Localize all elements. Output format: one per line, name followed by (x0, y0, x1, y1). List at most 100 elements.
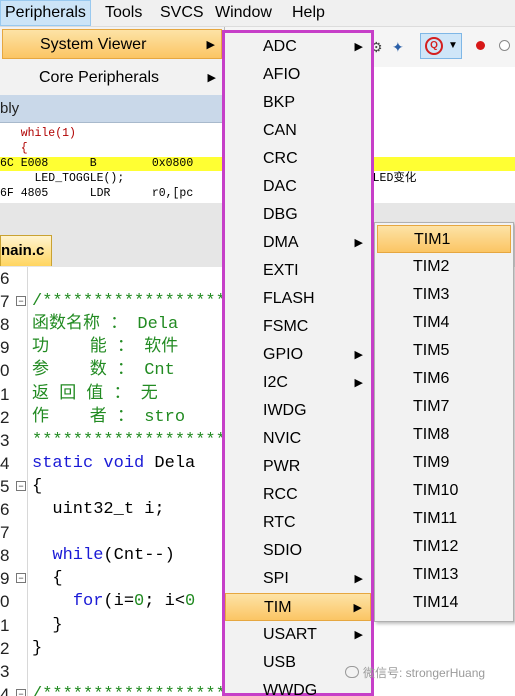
chevron-right-icon: ▶ (354, 349, 363, 361)
menu-item-iwdg[interactable]: IWDG (225, 397, 371, 425)
code-line: 6 (0, 267, 16, 290)
fold-toggle-icon[interactable]: − (16, 688, 26, 696)
line-number: 9 (0, 569, 10, 589)
menu-item-label: CAN (263, 122, 297, 139)
line-number: 2 (0, 638, 10, 658)
code-line: 0 for(i=0; i<0 (0, 590, 195, 613)
menu-item-i2c[interactable]: I2C ▶ (225, 369, 371, 397)
menu-item-label: BKP (263, 94, 296, 111)
breakpoint-icon[interactable] (476, 41, 485, 50)
menu-help[interactable]: Help (292, 3, 325, 23)
code-text: while(Cnt--) (52, 546, 175, 566)
menubar: Peripherals Tools SVCS Window Help (0, 0, 515, 27)
menu-svcs[interactable]: SVCS (160, 3, 204, 23)
code-text: for(i=0; i<0 (72, 592, 196, 612)
chevron-right-icon: ▶ (354, 377, 363, 389)
menu-item-label: WWDG (263, 682, 318, 696)
code-line: 4/********************* − (0, 683, 256, 696)
code-line: 9 {− (0, 567, 63, 590)
menu-item-tim5[interactable]: TIM5 (377, 337, 511, 365)
code-line: 8 函数名称 ： Dela (0, 313, 178, 336)
menu-item-label: SDIO (263, 542, 303, 559)
menu-item-dbg[interactable]: DBG (225, 201, 371, 229)
system-viewer-menu: ADC ▶ AFIO BKP CAN CRC DAC DBG DMA ▶ EXTI FLASH FSMC… (222, 30, 374, 696)
menu-item-core-peripherals[interactable]: Core Peripherals ▶ (2, 63, 222, 93)
chevron-right-icon: ▶ (354, 41, 363, 53)
chevron-right-icon: ▶ (206, 39, 215, 51)
menu-item-label: I2C (263, 374, 288, 391)
menu-item-tim10[interactable]: TIM10 (377, 477, 511, 505)
menu-item-flash[interactable]: FLASH (225, 285, 371, 313)
menu-item-adc[interactable]: ADC ▶ (225, 33, 371, 61)
menu-peripherals[interactable]: Peripherals (0, 0, 91, 26)
code-line: 2 作 者 ： stro (0, 406, 185, 429)
code-line: 9 功 能 ： 软件 (0, 336, 178, 359)
code-text: 返 回 值 ： 无 (32, 384, 158, 404)
menu-item-label: TIM (264, 599, 292, 616)
menu-item-usart[interactable]: USART ▶ (225, 621, 371, 649)
menu-item-tim3[interactable]: TIM3 (377, 281, 511, 309)
menu-item-tim14[interactable]: TIM14 (377, 589, 511, 617)
line-number: 8 (0, 546, 10, 566)
menu-item-nvic[interactable]: NVIC (225, 425, 371, 453)
menu-item-tim7[interactable]: TIM7 (377, 393, 511, 421)
code-text: ********************* (32, 430, 247, 450)
chevron-right-icon: ▶ (353, 602, 362, 614)
menu-item-tim6[interactable]: TIM6 (377, 365, 511, 393)
fold-toggle-icon[interactable]: − (16, 296, 26, 307)
analyzer-icon: Q (425, 37, 443, 55)
tab-main-c[interactable]: nain.c (0, 235, 52, 266)
settings-icon[interactable]: ✦ (392, 39, 404, 55)
menu-item-tim2[interactable]: TIM2 (377, 253, 511, 281)
code-line: 8 while(Cnt--) (0, 544, 175, 567)
menu-item-rtc[interactable]: RTC (225, 509, 371, 537)
tim-menu: TIM1 TIM2 TIM3 TIM4 TIM5 TIM6 TIM7 TIM8 TIM9 TIM1… (374, 222, 514, 622)
menu-item-tim13[interactable]: TIM13 (377, 561, 511, 589)
menu-item-pwr[interactable]: PWR (225, 453, 371, 481)
menu-item-can[interactable]: CAN (225, 117, 371, 145)
menu-item-label: FLASH (263, 290, 315, 307)
menu-item-label: DAC (263, 178, 297, 195)
breakpoint-disabled-icon[interactable] (499, 40, 510, 51)
chevron-down-icon: ▼ (448, 40, 458, 51)
menu-item-label: DBG (263, 206, 298, 223)
menu-item-label: EXTI (263, 262, 299, 279)
menu-item-tim[interactable]: TIM ▶ (225, 593, 371, 621)
menu-item-tim1[interactable]: TIM1 (377, 225, 511, 253)
menu-tools[interactable]: Tools (105, 3, 142, 23)
menu-item-tim8[interactable]: TIM8 (377, 421, 511, 449)
line-number: 1 (0, 615, 10, 635)
menu-item-label: ADC (263, 38, 297, 55)
menu-window[interactable]: Window (215, 3, 272, 23)
trace-dropdown-button[interactable]: Q ▼ (420, 33, 462, 59)
fold-toggle-icon[interactable]: − (16, 573, 26, 584)
code-text: { (32, 569, 63, 589)
menu-item-tim11[interactable]: TIM11 (377, 505, 511, 533)
menu-item-tim12[interactable]: TIM12 (377, 533, 511, 561)
fold-toggle-icon[interactable]: − (16, 480, 26, 491)
menu-item-system-viewer[interactable]: System Viewer ▶ (2, 29, 222, 59)
menu-item-exti[interactable]: EXTI (225, 257, 371, 285)
menu-item-label: NVIC (263, 430, 302, 447)
line-number: 9 (0, 338, 10, 358)
menu-item-afio[interactable]: AFIO (225, 61, 371, 89)
menu-item-tim4[interactable]: TIM4 (377, 309, 511, 337)
menu-item-spi[interactable]: SPI ▶ (225, 565, 371, 593)
menu-item-dma[interactable]: DMA ▶ (225, 229, 371, 257)
menu-item-gpio[interactable]: GPIO ▶ (225, 341, 371, 369)
line-number: 3 (0, 430, 10, 450)
menu-item-sdio[interactable]: SDIO (225, 537, 371, 565)
line-number: 2 (0, 407, 10, 427)
watermark-text: 微信号: strongerHuang (363, 666, 486, 680)
menu-item-label: System Viewer (40, 36, 147, 53)
menu-item-label: RCC (263, 486, 298, 503)
menu-item-bkp[interactable]: BKP (225, 89, 371, 117)
menu-item-label: CRC (263, 150, 298, 167)
wechat-icon (345, 666, 359, 678)
menu-item-fsmc[interactable]: FSMC (225, 313, 371, 341)
menu-item-rcc[interactable]: RCC (225, 481, 371, 509)
menu-item-dac[interactable]: DAC (225, 173, 371, 201)
menu-item-tim9[interactable]: TIM9 (377, 449, 511, 477)
code-text: } (32, 638, 43, 658)
menu-item-crc[interactable]: CRC (225, 145, 371, 173)
